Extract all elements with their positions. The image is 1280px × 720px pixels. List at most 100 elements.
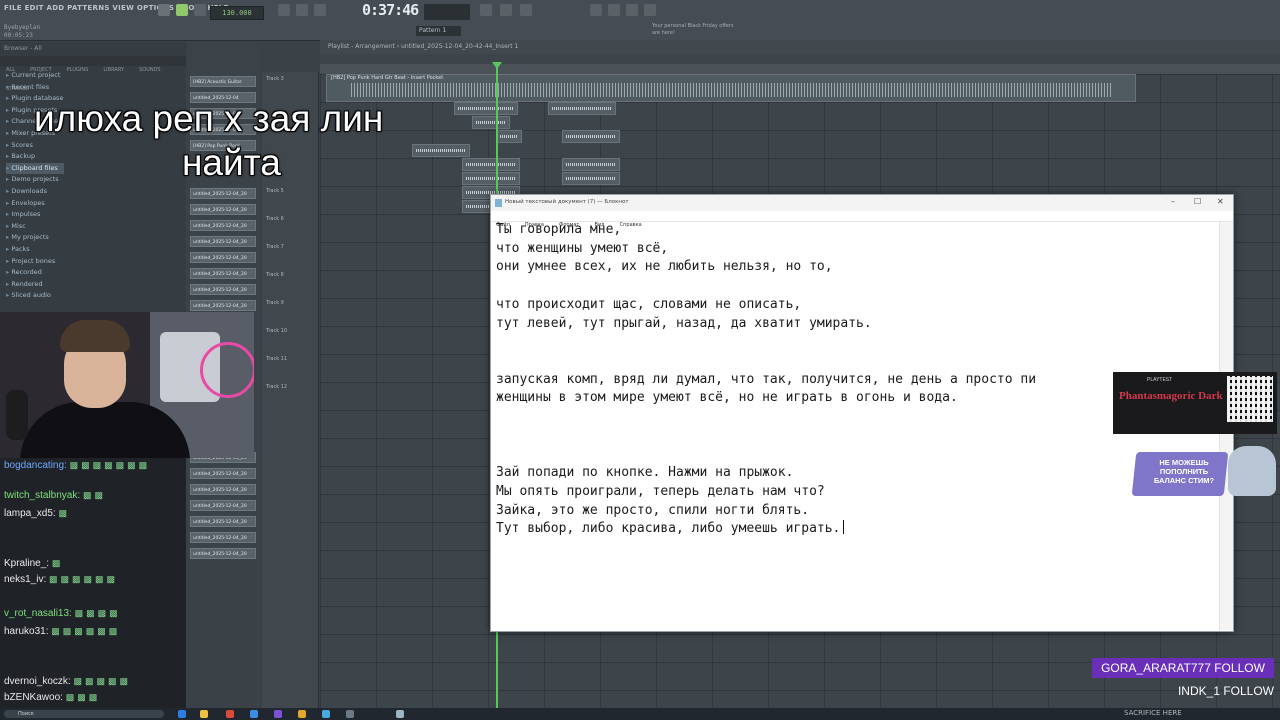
record-icon[interactable]	[296, 4, 308, 16]
app-icon[interactable]	[226, 710, 234, 718]
overlay-title-line2: найта	[182, 142, 281, 183]
clip-item[interactable]: untitled_2025-12-04_20	[190, 300, 256, 311]
text-line: запуская комп, вряд ли думал, что так, п…	[496, 371, 1037, 387]
browser-item[interactable]: Current project	[6, 70, 64, 82]
text-line	[496, 427, 1216, 446]
track-label[interactable]: Track 6	[266, 216, 284, 222]
track-label[interactable]: Track 11	[266, 356, 287, 362]
browser-item[interactable]: Sliced audio	[6, 290, 64, 302]
sponsor-heading: PLAYTEST	[1147, 377, 1173, 383]
emote-icon: ▩▩	[82, 490, 106, 500]
pattern-selector[interactable]: Pattern 1	[416, 26, 461, 36]
browser-item[interactable]: Packs	[6, 244, 64, 256]
emote-icon: ▩▩▩▩▩▩▩	[69, 460, 151, 470]
follow-alert: GORA_ARARAT777 FOLLOW	[1092, 658, 1274, 678]
minimize-icon[interactable]: –	[1171, 197, 1175, 206]
close-icon[interactable]: ✕	[1217, 197, 1224, 206]
clip-item[interactable]: [HB2] Acoustic Guitar	[190, 76, 256, 87]
browser-item[interactable]: Project bones	[6, 256, 64, 268]
taskbar-search[interactable]: Поиск	[4, 710, 164, 718]
audio-clip[interactable]	[496, 130, 522, 143]
steam-topup-banner[interactable]: НЕ МОЖЕШЬ ПОПОЛНИТЬ БАЛАНС СТИМ?	[1128, 444, 1278, 500]
tab-plugins[interactable]: PLUGINS	[67, 67, 88, 73]
audio-clip[interactable]	[562, 172, 620, 185]
clip-item[interactable]: untitled_2025-12-04_20	[190, 548, 256, 559]
pattern-song-toggle[interactable]	[176, 4, 188, 16]
metronome-icon[interactable]	[278, 4, 290, 16]
audio-clip[interactable]	[562, 158, 620, 171]
twitch-icon[interactable]	[274, 710, 282, 718]
piano-roll-icon[interactable]	[626, 4, 638, 16]
chat-username: v_rot_nasali13:	[4, 608, 72, 619]
clip-item[interactable]: untitled_2025-12-04_20	[190, 516, 256, 527]
track-label[interactable]: Track 9	[266, 300, 284, 306]
clip-item[interactable]: untitled_2025-12-04_20	[190, 532, 256, 543]
track-label[interactable]: Track 3	[266, 76, 284, 82]
clip-item[interactable]: untitled_2025-12-04_20	[190, 284, 256, 295]
emote-icon: ▩▩▩▩▩▩	[49, 574, 119, 584]
play-button[interactable]	[158, 4, 170, 16]
browser-item[interactable]: Impulses	[6, 209, 64, 221]
browser-icon[interactable]	[644, 4, 656, 16]
clip-item[interactable]: untitled_2025-12-04_20	[190, 268, 256, 279]
channel-rack-icon[interactable]	[608, 4, 620, 16]
playlist-header[interactable]: Playlist - Arrangement › untitled_2025-1…	[320, 40, 1280, 54]
browser-item[interactable]: Misc	[6, 221, 64, 233]
browser-item[interactable]: My projects	[6, 232, 64, 244]
browser-item[interactable]: Downloads	[6, 186, 64, 198]
tab-sounds[interactable]: SOUNDS	[139, 67, 161, 73]
tool-icon[interactable]	[500, 4, 512, 16]
clip-item[interactable]: untitled_2025-12-04_20	[190, 204, 256, 215]
stream-overlay-title: илюха реп х зая лин найта	[34, 97, 464, 185]
start-icon[interactable]	[178, 710, 186, 718]
track-label[interactable]: Track 5	[266, 188, 284, 194]
track-label[interactable]: Track 7	[266, 244, 284, 250]
browser-item[interactable]: Rendered	[6, 279, 64, 291]
audio-clip[interactable]	[462, 172, 520, 185]
audio-clip[interactable]	[562, 130, 620, 143]
tool-icon[interactable]	[480, 4, 492, 16]
notepad-taskbar-icon[interactable]	[396, 710, 404, 718]
track-label[interactable]: Track 10	[266, 328, 287, 334]
clip-item[interactable]: untitled_2025-12-04_20	[190, 220, 256, 231]
text-line: что женщины умеют всё,	[496, 240, 669, 256]
timeline-ruler[interactable]	[320, 64, 1280, 74]
offer-hint[interactable]: Your personal Black Friday offers are he…	[652, 23, 742, 37]
clip-item[interactable]: untitled_2025-12-04_20	[190, 500, 256, 511]
audio-clip[interactable]	[548, 102, 616, 115]
explorer-icon[interactable]	[200, 710, 208, 718]
tool-icon[interactable]	[520, 4, 532, 16]
browser-item[interactable]: Envelopes	[6, 198, 64, 210]
notepad-text-area[interactable]: Ты говорила мне, что женщины умеют всё, он…	[496, 221, 1216, 539]
loop-icon[interactable]	[314, 4, 326, 16]
clip-item[interactable]: untitled_2025-12-04_20	[190, 236, 256, 247]
fl-toolbar: FILE EDIT ADD PATTERNS VIEW OPTIONS TOOL…	[0, 0, 1280, 41]
project-time: 00:05:23	[4, 32, 33, 39]
fl-studio-icon[interactable]	[298, 710, 306, 718]
chat-username: dvernoi_koczk:	[4, 676, 71, 687]
maximize-icon[interactable]: ☐	[1194, 197, 1201, 206]
app-icon[interactable]	[346, 710, 354, 718]
tempo-display[interactable]: 130.000	[210, 6, 264, 20]
tab-library[interactable]: LIBRARY	[103, 67, 124, 73]
audio-clip[interactable]	[472, 116, 510, 129]
clip-item[interactable]: untitled_2025-12-04_20	[190, 484, 256, 495]
track-label[interactable]: Track 12	[266, 384, 287, 390]
text-caret	[843, 520, 845, 535]
mixer-icon[interactable]	[590, 4, 602, 16]
notepad-app-icon	[495, 199, 502, 207]
webcam-feed	[0, 312, 254, 458]
clip-item[interactable]: untitled_2025-12-04_20	[190, 188, 256, 199]
text-line: Зай попади по кнопке. Нажми на прыжок.	[496, 465, 794, 481]
clip-item[interactable]: untitled_2025-12-04_20	[190, 468, 256, 479]
browser-item[interactable]: Recorded	[6, 267, 64, 279]
audio-clip[interactable]	[462, 158, 520, 171]
browser-app-icon[interactable]	[250, 710, 258, 718]
browser-item[interactable]: Recent files	[6, 82, 64, 94]
sponsor-banner[interactable]: PLAYTEST Phantasmagoric Dark	[1113, 372, 1277, 434]
stop-button[interactable]	[194, 4, 206, 16]
clip-item[interactable]: untitled_2025-12-04_20	[190, 252, 256, 263]
telegram-icon[interactable]	[322, 710, 330, 718]
text-line: они умнее всех, их не любить нельзя, но …	[496, 259, 833, 275]
track-label[interactable]: Track 8	[266, 272, 284, 278]
